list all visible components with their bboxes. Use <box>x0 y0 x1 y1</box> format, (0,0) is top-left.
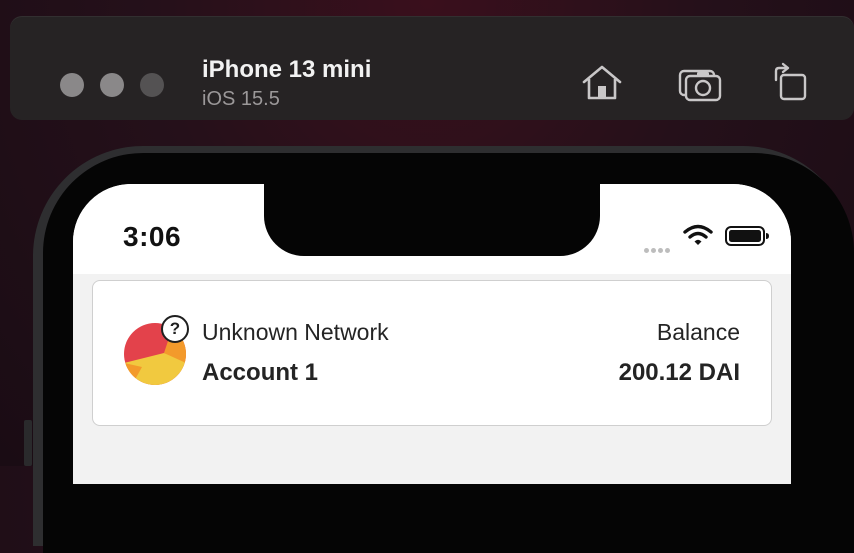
phone-screen: 3:06 ? Unknown Network Account 1 Balance… <box>73 184 791 484</box>
wifi-icon <box>683 224 713 245</box>
minimize-window-button[interactable] <box>100 73 124 97</box>
balance-value: 200.12 DAI <box>618 359 740 386</box>
device-name: iPhone 13 mini <box>202 56 372 83</box>
network-name[interactable]: Unknown Network <box>202 319 389 346</box>
close-window-button[interactable] <box>60 73 84 97</box>
screenshot-icon[interactable] <box>678 62 722 104</box>
os-version: iOS 15.5 <box>202 88 280 110</box>
battery-icon <box>725 226 769 246</box>
rotate-icon[interactable] <box>768 62 812 104</box>
home-icon[interactable] <box>580 62 624 104</box>
simulator-toolbar: iPhone 13 mini iOS 15.5 <box>10 16 854 120</box>
balance-label: Balance <box>656 319 740 345</box>
zoom-window-button[interactable] <box>140 73 164 97</box>
account-card[interactable]: ? Unknown Network Account 1 Balance 200.… <box>92 280 772 426</box>
status-time: 3:06 <box>123 221 182 252</box>
account-name[interactable]: Account 1 <box>202 359 318 387</box>
help-icon[interactable]: ? <box>161 315 189 343</box>
side-button <box>24 420 32 466</box>
cellular-signal-icon <box>644 240 672 258</box>
notch <box>264 184 600 256</box>
